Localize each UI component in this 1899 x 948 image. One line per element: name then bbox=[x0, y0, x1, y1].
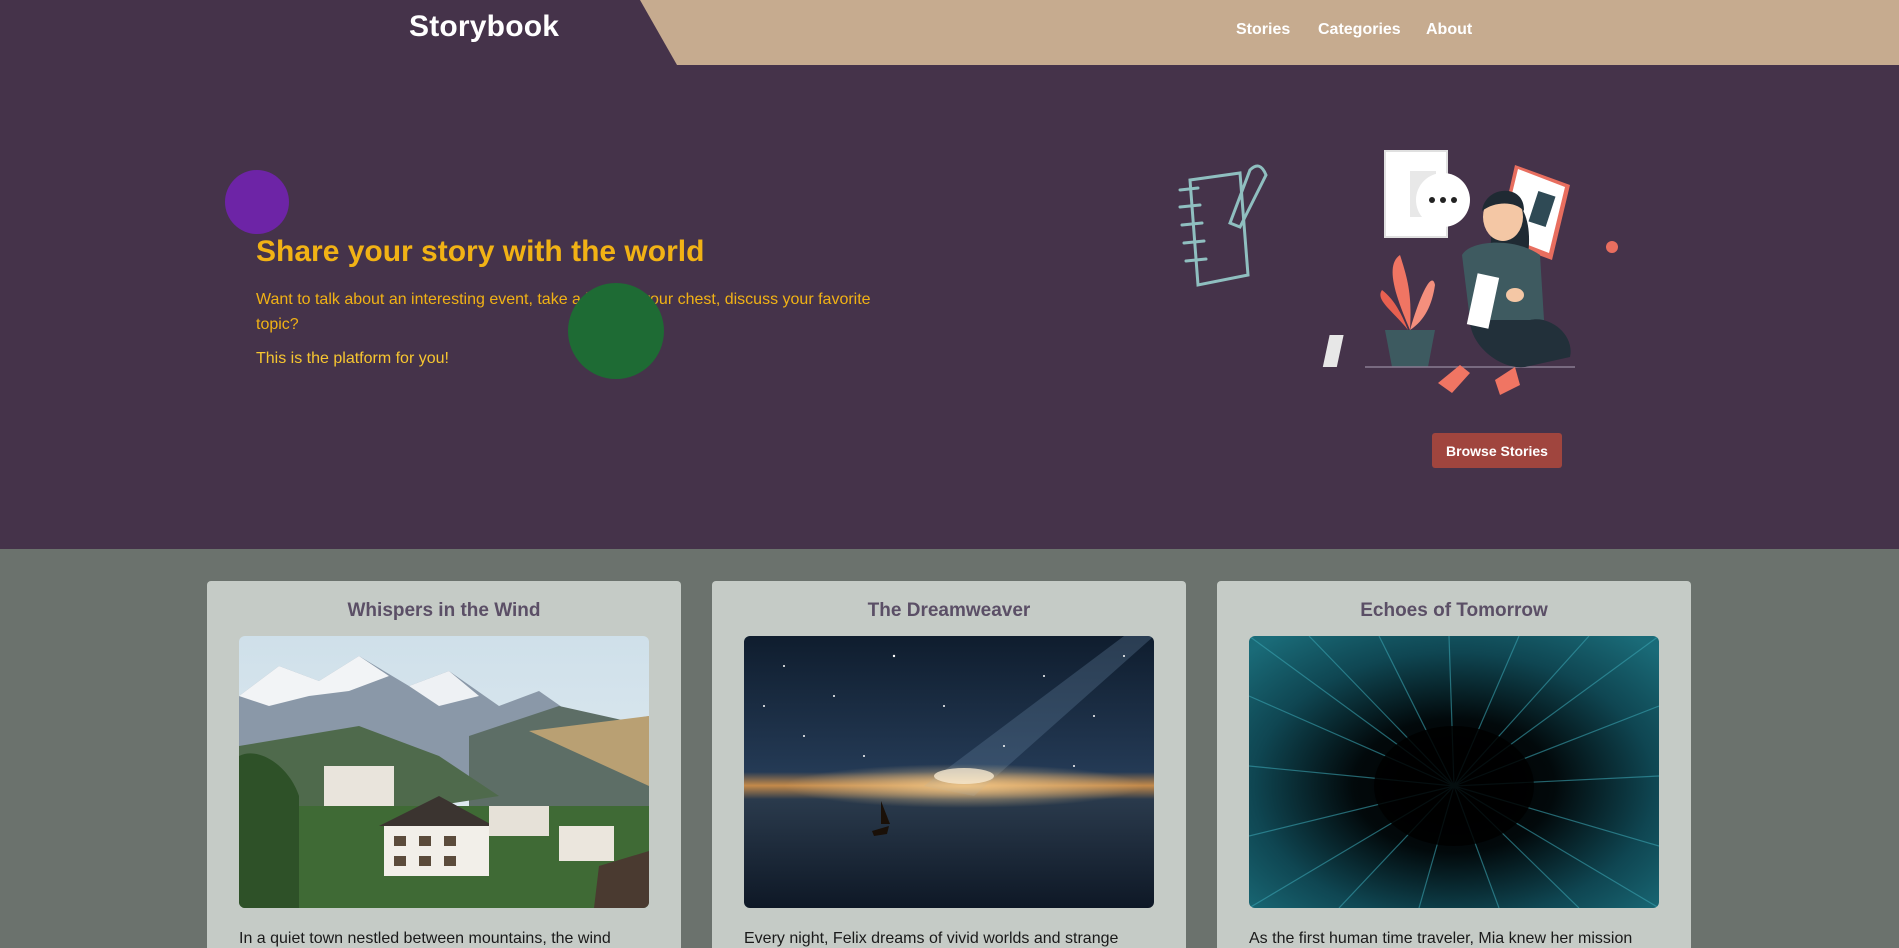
brand-panel bbox=[0, 0, 677, 65]
warp-tunnel-image[interactable] bbox=[1249, 636, 1659, 908]
browse-stories-button[interactable]: Browse Stories bbox=[1432, 433, 1562, 468]
writer-illustration bbox=[1178, 150, 1618, 395]
plant-icon bbox=[1380, 255, 1435, 367]
story-excerpt: Every night, Felix dreams of vivid world… bbox=[744, 930, 1119, 947]
story-excerpt: As the first human time traveler, Mia kn… bbox=[1249, 930, 1633, 947]
starry-sea-image[interactable] bbox=[744, 636, 1154, 908]
story-excerpt: In a quiet town nestled between mountain… bbox=[239, 930, 611, 947]
top-navbar: Storybook Stories Categories About bbox=[0, 0, 1899, 65]
speech-bubble-icon bbox=[1416, 173, 1470, 227]
mountain-village-image[interactable] bbox=[239, 636, 649, 908]
hero-title: Share your story with the world bbox=[256, 235, 705, 268]
hero-tagline: This is the platform for you! bbox=[256, 350, 449, 367]
story-title[interactable]: The Dreamweaver bbox=[712, 600, 1186, 622]
nav-about[interactable]: About bbox=[1426, 21, 1472, 39]
story-card[interactable]: Echoes of Tomorrow As the first human ti… bbox=[1217, 581, 1691, 948]
nav-categories[interactable]: Categories bbox=[1318, 21, 1401, 39]
story-title[interactable]: Echoes of Tomorrow bbox=[1217, 600, 1691, 622]
story-title[interactable]: Whispers in the Wind bbox=[207, 600, 681, 622]
decorative-circle-green bbox=[568, 283, 664, 379]
brand-logo[interactable]: Storybook bbox=[409, 10, 559, 44]
notebook-doodle-icon bbox=[1178, 164, 1268, 287]
decorative-circle-purple bbox=[225, 170, 289, 234]
story-card[interactable]: The Dreamweaver Every night, Felix dream… bbox=[712, 581, 1186, 948]
story-card[interactable]: Whispers in the Wind In a quiet town nes… bbox=[207, 581, 681, 948]
nav-stories[interactable]: Stories bbox=[1236, 21, 1290, 39]
